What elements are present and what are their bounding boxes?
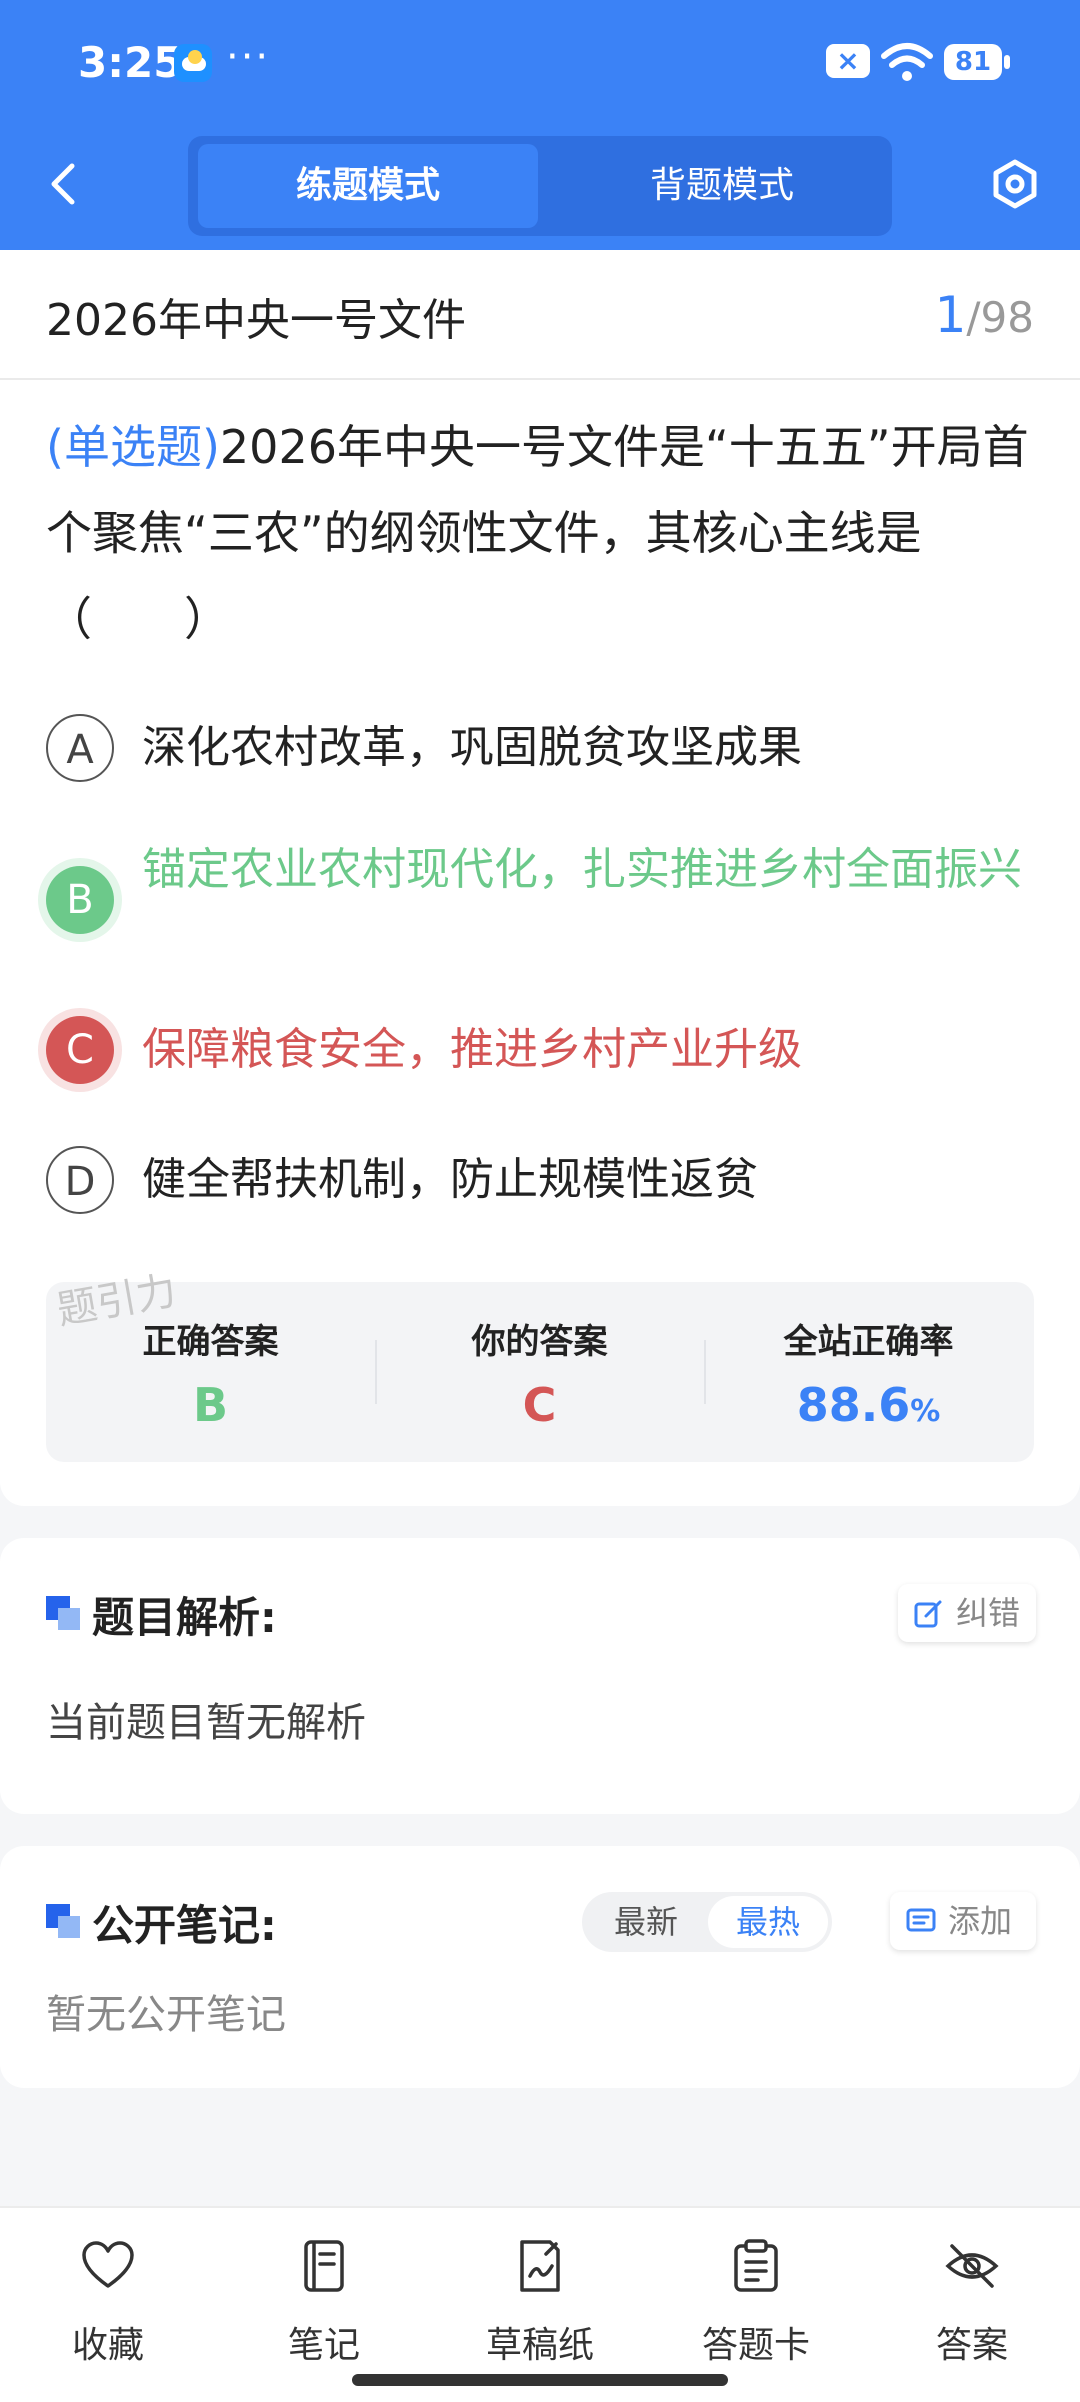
wifi-icon [881, 43, 933, 81]
nav-label: 笔记 [287, 2325, 360, 2366]
status-time: 3:25 [78, 38, 183, 87]
nav-toggle-answer[interactable]: 答案 [882, 2228, 1062, 2368]
notification-x-icon: × [826, 44, 870, 78]
heart-icon [82, 2241, 134, 2288]
eye-off-icon [945, 2244, 999, 2288]
question-stem: (单选题)2026年中央一号文件是“十五五”开局首个聚焦“三农”的纲领性文件，其… [46, 404, 1036, 662]
add-note-button[interactable]: 添加 [890, 1892, 1036, 1950]
nav-label: 答案 [935, 2325, 1008, 2366]
notebook-icon [304, 2240, 344, 2292]
question-counter: 1/98 [935, 286, 1034, 344]
draft-pen-icon [520, 2240, 560, 2292]
nav-notes[interactable]: 笔记 [234, 2228, 414, 2368]
add-note-label: 添加 [948, 1902, 1013, 1940]
settings-hexagon-icon[interactable] [990, 158, 1040, 210]
notes-title: 公开笔记: [92, 1901, 277, 1950]
weather-icon [174, 44, 212, 82]
total-question-count: 98 [980, 293, 1034, 342]
analysis-content: 当前题目暂无解析 [46, 1700, 366, 1746]
option-text: 保障粮食安全，推进乡村产业升级 [142, 1024, 802, 1075]
section-square-icon [46, 1904, 80, 1938]
battery-indicator: 81 [944, 44, 1010, 80]
answer-result-panel: 正确答案 B 你的答案 C 全站正确率 88.6% [46, 1282, 1034, 1462]
back-arrow-icon[interactable] [44, 160, 84, 208]
your-answer-col: 你的答案 C [375, 1282, 704, 1462]
question-type: (单选题) [46, 420, 220, 474]
percent-sign: % [910, 1394, 941, 1429]
nav-draft-paper[interactable]: 草稿纸 [450, 2228, 630, 2368]
status-more-dots: ··· [226, 34, 271, 80]
nav-favorite[interactable]: 收藏 [18, 2228, 198, 2368]
correct-answer-value: B [192, 1378, 229, 1432]
nav-answer-sheet[interactable]: 答题卡 [666, 2228, 846, 2368]
edit-icon [914, 1600, 942, 1628]
sort-hot-option[interactable]: 最热 [708, 1896, 828, 1948]
option-letter: D [46, 1146, 114, 1214]
app-header: 3:25 ··· × 81 练题模式 背题模式 [0, 0, 1080, 250]
notes-sort-toggle: 最新 最热 [582, 1892, 832, 1952]
option-letter: B [46, 866, 114, 934]
analysis-title: 题目解析: [92, 1593, 277, 1642]
document-title: 2026年中央一号文件 [46, 295, 466, 346]
option-a[interactable]: A 深化农村改革，巩固脱贫攻坚成果 [46, 710, 1036, 790]
your-answer-value: C [522, 1378, 557, 1432]
accuracy-rate-number: 88.6 [796, 1378, 911, 1432]
option-letter: C [46, 1016, 114, 1084]
option-c[interactable]: C 保障粮食安全，推进乡村产业升级 [46, 1016, 1036, 1096]
option-text: 健全帮扶机制，防止规模性返贫 [142, 1154, 758, 1205]
accuracy-rate-col: 全站正确率 88.6% [704, 1282, 1033, 1462]
option-b[interactable]: B 锚定农业农村现代化，扎实推进乡村全面振兴 [46, 838, 1036, 968]
your-answer-label: 你的答案 [471, 1322, 608, 1362]
comment-icon [906, 1908, 936, 1932]
option-text: 锚定农业农村现代化，扎实推进乡村全面振兴 [142, 844, 1022, 895]
nav-label: 收藏 [71, 2325, 144, 2366]
nav-label: 答题卡 [701, 2325, 810, 2366]
bottom-toolbar: 收藏 笔记 草稿纸 答题卡 答案 [0, 2206, 1080, 2402]
clipboard-icon [734, 2239, 778, 2292]
accuracy-rate-label: 全站正确率 [783, 1322, 954, 1362]
tab-practice-mode[interactable]: 练题模式 [198, 144, 538, 228]
section-square-icon [46, 1596, 80, 1630]
report-error-button[interactable]: 纠错 [898, 1584, 1036, 1642]
notes-content: 暂无公开笔记 [46, 1992, 286, 2038]
tab-memorize-mode[interactable]: 背题模式 [552, 144, 892, 228]
accuracy-rate-value: 88.6% [704, 1378, 1033, 1432]
home-indicator[interactable] [352, 2374, 728, 2386]
public-notes-card [0, 1846, 1080, 2088]
option-text: 深化农村改革，巩固脱贫攻坚成果 [142, 722, 802, 773]
report-error-label: 纠错 [956, 1594, 1021, 1632]
mode-switch: 练题模式 背题模式 [188, 136, 892, 236]
sort-latest-option[interactable]: 最新 [586, 1896, 706, 1948]
current-question-number: 1 [934, 286, 967, 344]
counter-separator: / [966, 293, 981, 342]
analysis-card [0, 1538, 1080, 1814]
nav-label: 草稿纸 [485, 2325, 594, 2366]
option-letter: A [46, 714, 114, 782]
option-d[interactable]: D 健全帮扶机制，防止规模性返贫 [46, 1146, 1036, 1226]
title-divider [0, 378, 1080, 380]
